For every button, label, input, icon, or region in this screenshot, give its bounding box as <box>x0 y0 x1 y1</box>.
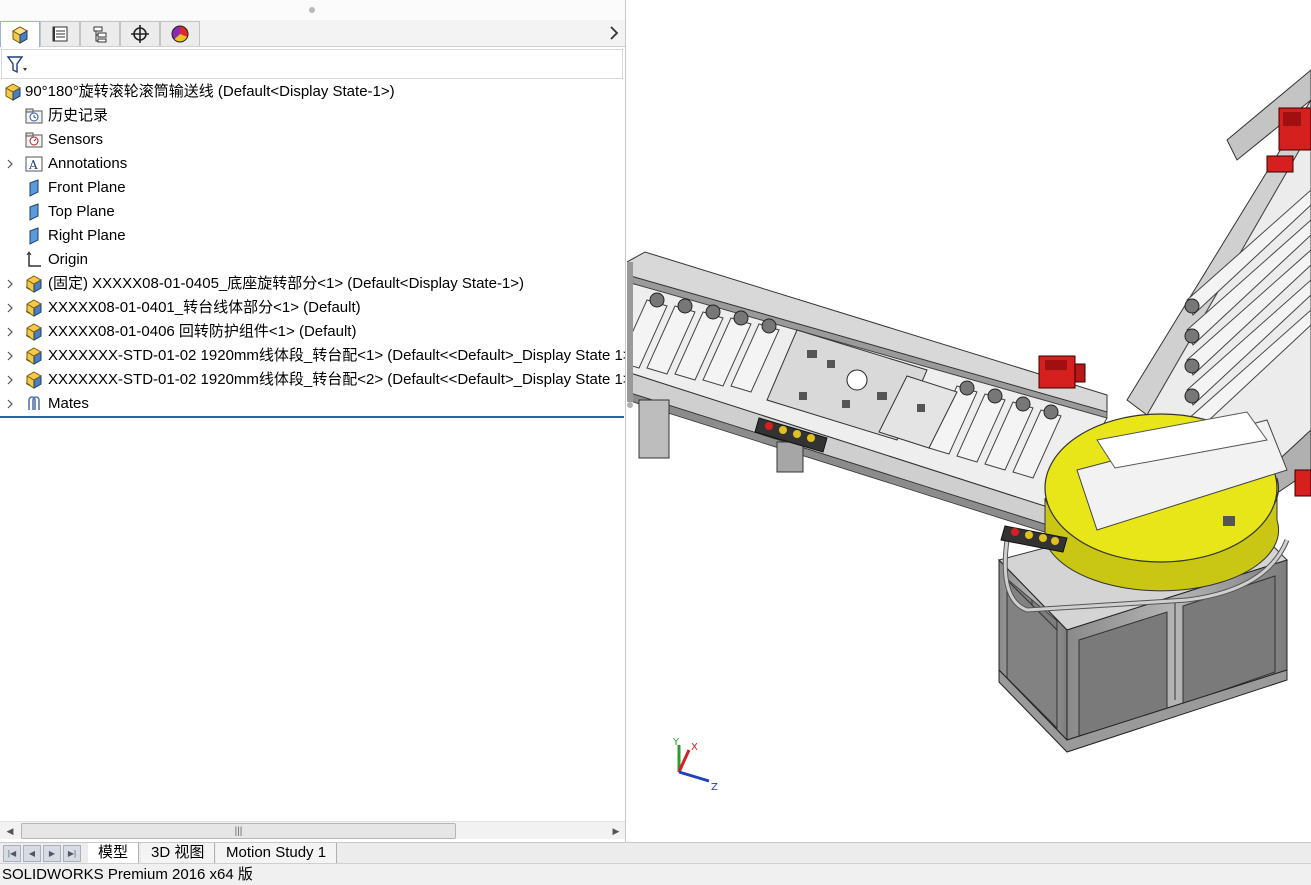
scroll-right-arrow-icon[interactable]: ▶ <box>608 823 624 839</box>
color-wheel-icon <box>171 25 189 43</box>
annotations-icon: A <box>25 155 43 173</box>
next-tab-icon[interactable]: ▶ <box>43 845 61 862</box>
tree-item-label: 历史记录 <box>48 107 109 124</box>
tab-motion-study-1[interactable]: Motion Study 1 <box>216 843 338 864</box>
expand-arrow-icon[interactable] <box>5 296 15 320</box>
tree-item-label: Sensors <box>48 131 104 148</box>
tree-item-label: Annotations <box>48 155 128 172</box>
last-tab-icon[interactable]: ▶| <box>63 845 81 862</box>
mates-icon <box>25 395 43 413</box>
tree-item-label: Front Plane <box>48 179 126 196</box>
feature-manager-panel: 90°180°旋转滚轮滚筒输送线 (Default<Display State-… <box>0 0 626 842</box>
tree-item[interactable]: Top Plane <box>0 200 625 224</box>
scroll-left-arrow-icon[interactable]: ◀ <box>2 823 18 839</box>
panel-splitter-handle[interactable] <box>627 402 633 408</box>
tree-item[interactable]: XXXXXXX-STD-01-02 1920mm线体段_转台配<2> (Defa… <box>0 368 626 392</box>
tree-item[interactable]: Front Plane <box>0 176 625 200</box>
tab-3d-view[interactable]: 3D 视图 <box>141 843 216 864</box>
status-text: SOLIDWORKS Premium 2016 x64 版 <box>2 866 253 883</box>
subassembly-icon <box>25 275 43 293</box>
horizontal-scrollbar[interactable]: ◀ ||| ▶ <box>0 821 625 839</box>
subassembly-icon <box>25 371 43 389</box>
configuration-icon <box>93 26 107 43</box>
assembly-model-view[interactable]: Y X Z <box>627 0 1311 842</box>
expand-arrow-icon[interactable] <box>5 320 15 344</box>
rotary-turntable <box>1044 411 1288 592</box>
tree-item-label: Mates <box>48 395 89 412</box>
origin-icon <box>25 251 43 269</box>
tree-filter-bar[interactable] <box>1 49 623 79</box>
expand-arrow-icon[interactable] <box>5 392 15 416</box>
assembly-icon <box>5 83 21 101</box>
featuremanager-tab[interactable] <box>0 21 40 47</box>
crosshair-target-icon <box>131 25 149 43</box>
tree-item-label: XXXXXXX-STD-01-02 1920mm线体段_转台配<2> (Defa… <box>48 371 626 388</box>
plane-icon <box>25 179 43 197</box>
tree-item[interactable]: A Annotations <box>0 152 625 176</box>
plane-icon <box>25 227 43 245</box>
svg-text:A: A <box>28 158 38 172</box>
reference-triad: Y X Z <box>672 737 718 793</box>
displaymanager-tab[interactable] <box>160 21 200 46</box>
expand-arrow-icon[interactable] <box>5 152 15 176</box>
filter-funnel-icon[interactable] <box>6 54 30 76</box>
expand-arrow-icon[interactable] <box>5 368 15 392</box>
prev-tab-icon[interactable]: ◀ <box>23 845 41 862</box>
tree-item[interactable]: 历史记录 <box>0 104 625 128</box>
status-bar: SOLIDWORKS Premium 2016 x64 版 <box>0 863 1311 885</box>
tree-item[interactable]: (固定) XXXXX08-01-0405_底座旋转部分<1> (Default<… <box>0 272 625 296</box>
bottom-tab-bar: |◀ ◀ ▶ ▶| 模型 3D 视图 Motion Study 1 <box>0 842 1311 864</box>
propertymanager-tab[interactable] <box>40 21 80 46</box>
configurationmanager-tab[interactable] <box>80 21 120 46</box>
tree-item-label: Right Plane <box>48 227 126 244</box>
tree-selection-underline <box>0 416 624 418</box>
grip-dot[interactable] <box>309 7 315 13</box>
tree-root[interactable]: 90°180°旋转滚轮滚筒输送线 (Default<Display State-… <box>0 80 625 104</box>
graphics-viewport[interactable]: Y X Z <box>627 0 1311 842</box>
history-folder-icon <box>25 107 43 125</box>
tree-item-label: XXXXX08-01-0406 回转防护组件<1> (Default) <box>48 323 357 340</box>
tree-item-label: (固定) XXXXX08-01-0405_底座旋转部分<1> (Default<… <box>48 275 525 292</box>
first-tab-icon[interactable]: |◀ <box>3 845 21 862</box>
drive-motor-left <box>1038 355 1086 389</box>
subassembly-icon <box>25 347 43 365</box>
tree-item[interactable]: Sensors <box>0 128 625 152</box>
tree-item-label: XXXXX08-01-0401_转台线体部分<1> (Default) <box>48 299 361 316</box>
expand-arrow-icon[interactable] <box>5 272 15 296</box>
tree-item[interactable]: XXXXXXX-STD-01-02 1920mm线体段_转台配<1> (Defa… <box>0 344 626 368</box>
property-list-icon <box>52 26 68 42</box>
tree-root-label: 90°180°旋转滚轮滚筒输送线 (Default<Display State-… <box>25 83 395 100</box>
subassembly-icon <box>25 323 43 341</box>
tree-item[interactable]: XXXXX08-01-0401_转台线体部分<1> (Default) <box>0 296 625 320</box>
tree-item[interactable]: Origin <box>0 248 625 272</box>
tree-item[interactable]: Right Plane <box>0 224 625 248</box>
manager-tab-bar <box>0 20 625 47</box>
scrollbar-thumb[interactable]: ||| <box>21 823 456 839</box>
tree-item[interactable]: Mates <box>0 392 625 416</box>
dimxpert-tab[interactable] <box>120 21 160 46</box>
tree-item-label: XXXXXXX-STD-01-02 1920mm线体段_转台配<1> (Defa… <box>48 347 626 364</box>
triad-x-label: X <box>691 742 698 753</box>
tab-model[interactable]: 模型 <box>88 843 140 864</box>
panel-grip[interactable] <box>0 0 625 20</box>
left-conveyor-section <box>627 251 1108 537</box>
expand-arrow-icon[interactable] <box>5 344 15 368</box>
triad-z-label: Z <box>711 782 718 793</box>
triad-y-label: Y <box>672 737 680 748</box>
tree-item-label: Top Plane <box>48 203 115 220</box>
sensors-folder-icon <box>25 131 43 149</box>
plane-icon <box>25 203 43 221</box>
tree-item-label: Origin <box>48 251 89 268</box>
tree-item[interactable]: XXXXX08-01-0406 回转防护组件<1> (Default) <box>0 320 625 344</box>
subassembly-icon <box>25 299 43 317</box>
chevron-right-icon[interactable] <box>606 24 622 42</box>
part-cube-icon <box>11 25 29 44</box>
